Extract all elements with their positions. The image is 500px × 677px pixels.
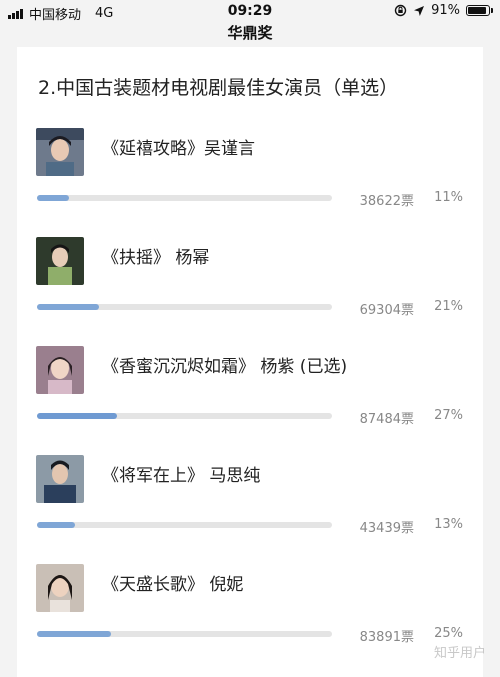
page-title: 华鼎奖	[227, 24, 273, 42]
actress-photo	[36, 564, 84, 612]
vote-bar-track	[37, 195, 332, 201]
vote-count: 69304票	[359, 303, 414, 318]
watermark: 知乎用户	[433, 646, 486, 661]
poll-card: 2.中国古装题材电视剧最佳女演员（单选） 《延禧攻略》吴谨言 38622票 11…	[17, 47, 483, 677]
option-label: 《扶摇》 杨幂	[102, 248, 210, 268]
vote-count: 83891票	[359, 630, 414, 645]
actress-photo	[36, 237, 84, 285]
poll-option[interactable]: 《天盛长歌》 倪妮 83891票 25%	[17, 564, 483, 674]
status-right: 91%	[394, 3, 493, 18]
vote-bar-fill	[37, 413, 117, 419]
vote-count: 87484票	[359, 412, 414, 427]
vote-percent: 13%	[434, 517, 463, 532]
vote-count: 43439票	[359, 521, 414, 536]
vote-percent: 21%	[434, 299, 463, 314]
actress-photo	[36, 128, 84, 176]
poll-option[interactable]: 《将军在上》 马思纯 43439票 13%	[17, 455, 483, 565]
poll-question: 2.中国古装题材电视剧最佳女演员（单选）	[38, 77, 399, 99]
poll-option-selected[interactable]: 《香蜜沉沉烬如霜》 杨紫 (已选) 87484票 27%	[17, 346, 483, 456]
vote-bar-fill	[37, 631, 111, 637]
battery-icon	[466, 5, 493, 16]
poll-option[interactable]: 《延禧攻略》吴谨言 38622票 11%	[17, 128, 483, 238]
vote-count: 38622票	[359, 194, 414, 209]
vote-bar-fill	[37, 522, 76, 528]
option-label: 《天盛长歌》 倪妮	[102, 575, 244, 595]
poll-option[interactable]: 《扶摇》 杨幂 69304票 21%	[17, 237, 483, 347]
vote-percent: 27%	[434, 408, 463, 423]
actress-photo	[36, 346, 84, 394]
vote-bar-track	[37, 413, 332, 419]
location-arrow-icon	[414, 5, 425, 16]
option-label: 《将军在上》 马思纯	[102, 466, 261, 486]
option-label: 《香蜜沉沉烬如霜》 杨紫 (已选)	[102, 357, 348, 377]
lock-rotation-icon	[394, 4, 407, 17]
battery-percent: 91%	[431, 3, 460, 18]
vote-bar-fill	[37, 304, 99, 310]
status-bar: 中国移动 4G 09:29 91%	[0, 0, 500, 23]
vote-bar-fill	[37, 195, 70, 201]
vote-bar-track	[37, 631, 332, 637]
vote-percent: 11%	[434, 190, 463, 205]
option-label: 《延禧攻略》吴谨言	[102, 139, 255, 159]
actress-photo	[36, 455, 84, 503]
vote-bar-track	[37, 522, 332, 528]
vote-percent: 25%	[434, 626, 463, 641]
vote-bar-track	[37, 304, 332, 310]
